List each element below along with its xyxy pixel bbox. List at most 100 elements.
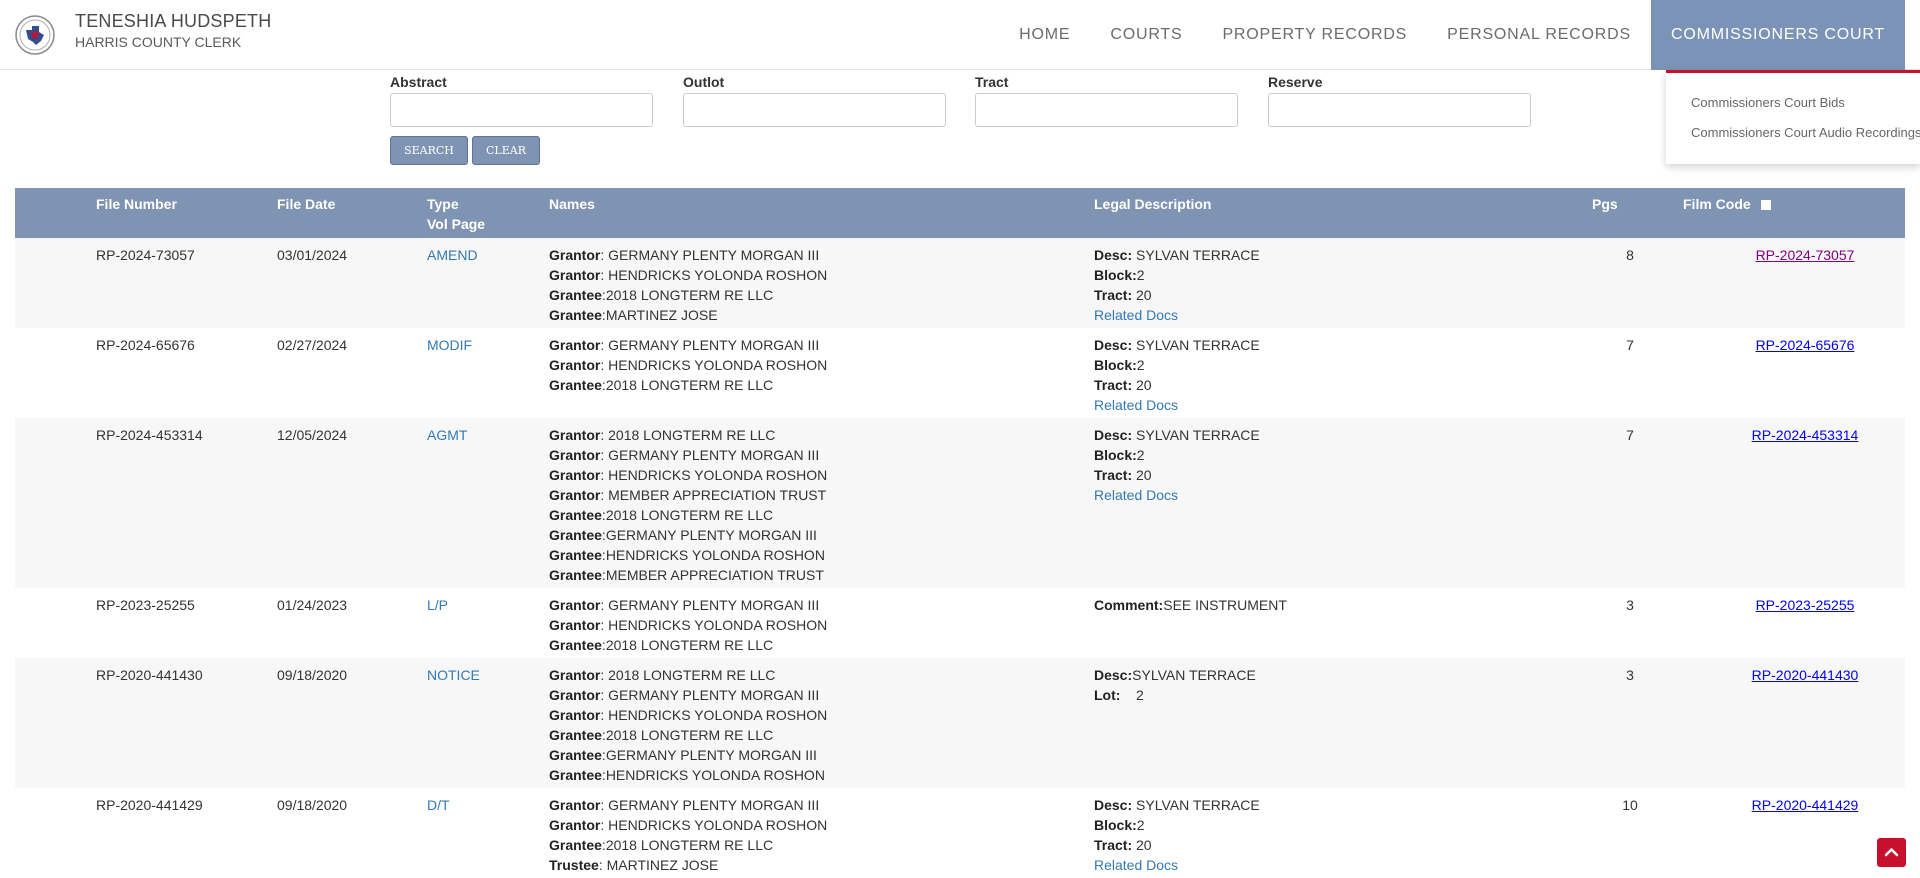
legal-label: Comment:: [1094, 597, 1164, 613]
county-seal-icon[interactable]: [15, 15, 55, 55]
names-list: Grantor: GERMANY PLENTY MORGAN III Granto…: [549, 595, 827, 655]
file-number: RP-2024-65676: [96, 337, 195, 353]
party-name: 2018 LONGTERM RE LLC: [605, 507, 774, 523]
outlot-input[interactable]: [683, 93, 946, 127]
file-date: 03/01/2024: [277, 247, 348, 263]
legal-value: 2: [1136, 267, 1145, 283]
film-code-link[interactable]: RP-2020-441430: [1720, 665, 1890, 685]
file-number: RP-2024-73057: [96, 247, 195, 263]
party-role: Grantor: [549, 707, 601, 723]
legal-label: Lot:: [1094, 687, 1121, 703]
related-docs-link[interactable]: Related Docs: [1094, 395, 1260, 415]
legal-value: 2: [1136, 817, 1145, 833]
legal-line: Comment:SEE INSTRUMENT: [1094, 595, 1287, 615]
legal-label: Tract:: [1094, 287, 1133, 303]
legal-label: Block:: [1094, 267, 1137, 283]
clear-button[interactable]: CLEAR: [472, 136, 540, 165]
names-list: Grantor: GERMANY PLENTY MORGAN III Granto…: [549, 245, 827, 325]
party-separator: :: [600, 337, 609, 353]
names-list: Grantor: GERMANY PLENTY MORGAN III Granto…: [549, 795, 827, 875]
film-code-link[interactable]: RP-2024-65676: [1720, 335, 1890, 355]
legal-description: Desc: SYLVAN TERRACE Block:2 Tract: 20 Rela…: [1094, 245, 1260, 325]
file-date: 09/18/2020: [277, 797, 348, 813]
legal-value: SYLVAN TERRACE: [1132, 337, 1260, 353]
legal-value: 20: [1132, 467, 1152, 483]
legal-label: Tract:: [1094, 377, 1133, 393]
col-film-code-label[interactable]: Film Code: [1683, 196, 1751, 212]
col-names[interactable]: Names: [549, 194, 595, 214]
legal-value: SYLVAN TERRACE: [1132, 797, 1260, 813]
party-role: Grantor: [549, 597, 601, 613]
abstract-input[interactable]: [390, 93, 653, 127]
table-row: RP-2020-441430 09/18/2020 NOTICE Grantor: 2…: [15, 658, 1905, 788]
party-name: GERMANY PLENTY MORGAN III: [608, 447, 820, 463]
document-type-link[interactable]: AGMT: [427, 425, 467, 445]
legal-value: 20: [1132, 377, 1152, 393]
table-row: RP-2023-25255 01/24/2023 L/P Grantor: GERMA…: [15, 588, 1905, 658]
legal-value: SEE INSTRUMENT: [1163, 597, 1287, 613]
party-name: HENDRICKS YOLONDA ROSHON: [608, 267, 828, 283]
document-type-link[interactable]: L/P: [427, 595, 448, 615]
film-code-link[interactable]: RP-2020-441429: [1720, 795, 1890, 815]
related-docs-link[interactable]: Related Docs: [1094, 855, 1260, 875]
nav-commissioners-court[interactable]: COMMISSIONERS COURT: [1650, 0, 1905, 70]
document-type-link[interactable]: NOTICE: [427, 665, 480, 685]
party-separator: :: [600, 427, 609, 443]
col-file-date[interactable]: File Date: [277, 194, 335, 214]
legal-line: Desc: SYLVAN TERRACE: [1094, 335, 1260, 355]
search-button[interactable]: SEARCH: [390, 136, 468, 165]
nav-personal-records[interactable]: PERSONAL RECORDS: [1427, 0, 1651, 70]
film-code-link[interactable]: RP-2024-73057: [1720, 245, 1890, 265]
party-line: Grantee:2018 LONGTERM RE LLC: [549, 505, 827, 525]
reserve-input[interactable]: [1268, 93, 1531, 127]
col-film-code: Film Code: [1683, 194, 1771, 214]
party-role: Grantee: [549, 567, 602, 583]
legal-label: Block:: [1094, 357, 1137, 373]
party-line: Grantee:MEMBER APPRECIATION TRUST: [549, 565, 827, 585]
party-role: Grantor: [549, 687, 601, 703]
party-separator: :: [600, 817, 609, 833]
related-docs-link[interactable]: Related Docs: [1094, 305, 1260, 325]
page-count: 3: [1626, 667, 1634, 683]
chevron-up-icon: [1884, 848, 1899, 857]
film-code-link[interactable]: RP-2024-453314: [1720, 425, 1890, 445]
col-pgs[interactable]: Pgs: [1592, 194, 1618, 214]
party-name: HENDRICKS YOLONDA ROSHON: [608, 357, 828, 373]
party-role: Grantee: [549, 527, 602, 543]
document-type-link[interactable]: AMEND: [427, 245, 478, 265]
scroll-to-top-button[interactable]: [1877, 838, 1906, 867]
party-name: 2018 LONGTERM RE LLC: [605, 377, 774, 393]
party-separator: :: [600, 707, 609, 723]
col-legal-description[interactable]: Legal Description: [1094, 194, 1211, 214]
party-role: Grantee: [549, 547, 602, 563]
col-type: Type Vol Page: [427, 194, 485, 234]
nav-property-records[interactable]: PROPERTY RECORDS: [1202, 0, 1427, 70]
party-separator: :: [600, 687, 609, 703]
dropdown-item-audio-recordings[interactable]: Commissioners Court Audio Recordings: [1691, 125, 1920, 140]
document-type-link[interactable]: D/T: [427, 795, 450, 815]
col-vol-page-label[interactable]: Vol Page: [427, 214, 485, 234]
legal-line: Block:2: [1094, 265, 1260, 285]
col-type-label[interactable]: Type: [427, 194, 485, 214]
film-code-link[interactable]: RP-2023-25255: [1720, 595, 1890, 615]
legal-line: Tract: 20: [1094, 375, 1260, 395]
nav-home[interactable]: HOME: [999, 0, 1090, 70]
dropdown-item-bids[interactable]: Commissioners Court Bids: [1691, 95, 1845, 110]
party-line: Grantor: GERMANY PLENTY MORGAN III: [549, 595, 827, 615]
party-separator: :: [600, 247, 609, 263]
nav-courts[interactable]: COURTS: [1090, 0, 1202, 70]
party-name: 2018 LONGTERM RE LLC: [608, 667, 776, 683]
document-type-link[interactable]: MODIF: [427, 335, 472, 355]
col-file-number[interactable]: File Number: [96, 194, 177, 214]
table-row: RP-2024-65676 02/27/2024 MODIF Grantor: GER…: [15, 328, 1905, 418]
legal-line: Tract: 20: [1094, 285, 1260, 305]
tract-input[interactable]: [975, 93, 1238, 127]
party-line: Grantee:2018 LONGTERM RE LLC: [549, 285, 827, 305]
names-list: Grantor: 2018 LONGTERM RE LLC Grantor: GE…: [549, 425, 827, 585]
party-line: Grantor: HENDRICKS YOLONDA ROSHON: [549, 355, 827, 375]
page-count: 10: [1622, 797, 1638, 813]
related-docs-link[interactable]: Related Docs: [1094, 485, 1260, 505]
select-all-checkbox[interactable]: [1760, 200, 1771, 211]
page-count: 7: [1626, 337, 1634, 353]
party-role: Grantor: [549, 337, 601, 353]
